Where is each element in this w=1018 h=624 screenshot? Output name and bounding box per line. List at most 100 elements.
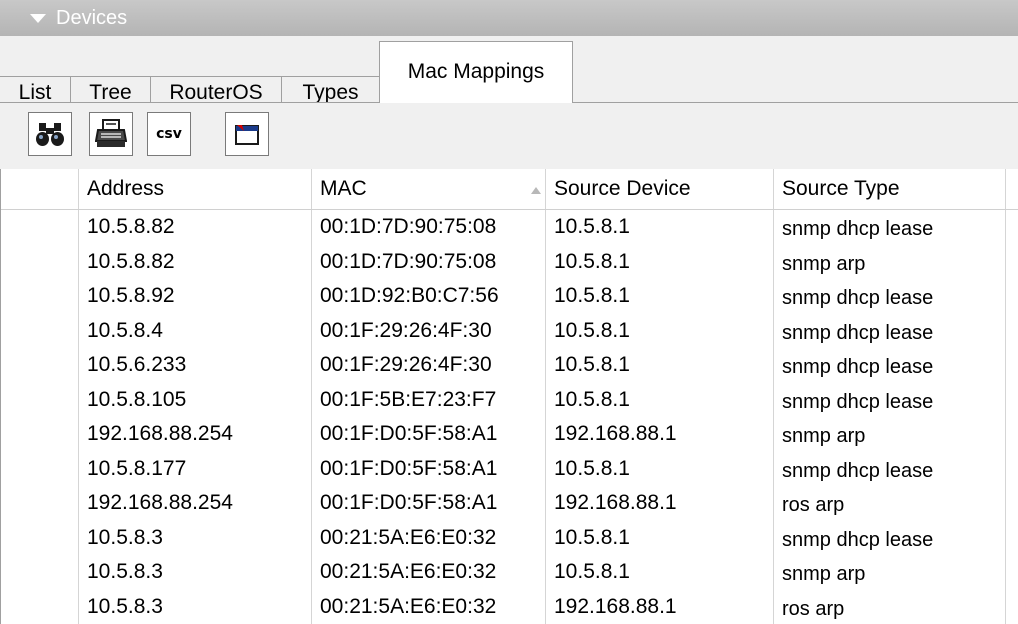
row-indicator (1, 417, 79, 452)
print-button[interactable] (89, 112, 133, 156)
devices-pane-header[interactable]: Devices (0, 0, 1018, 36)
cell-address: 10.5.8.3 (79, 555, 312, 590)
cell-address: 10.5.8.3 (79, 589, 312, 624)
cell-source-type: snmp dhcp lease (774, 279, 1006, 314)
cell-mac: 00:1F:D0:5F:58:A1 (312, 451, 546, 486)
cell-source-device: 192.168.88.1 (546, 486, 774, 521)
row-indicator (1, 382, 79, 417)
row-indicator (1, 244, 79, 279)
row-indicator (1, 348, 79, 383)
cell-mac: 00:1D:7D:90:75:08 (312, 210, 546, 245)
cell-mac: 00:21:5A:E6:E0:32 (312, 520, 546, 555)
cell-address: 10.5.8.4 (79, 313, 312, 348)
cell-source-type: snmp arp (774, 555, 1006, 590)
cell-filler (1006, 590, 1018, 624)
window-columns-icon (234, 122, 260, 146)
table-body: 10.5.8.82 00:1D:7D:90:75:08 10.5.8.1 snm… (1, 210, 1018, 624)
cell-filler (1006, 417, 1018, 452)
columns-button[interactable] (225, 112, 269, 156)
cell-filler (1006, 279, 1018, 314)
find-button[interactable] (28, 112, 72, 156)
table-row[interactable]: 10.5.8.105 00:1F:5B:E7:23:F7 10.5.8.1 sn… (1, 382, 1018, 418)
cell-source-device: 10.5.8.1 (546, 244, 774, 279)
cell-source-type: snmp arp (774, 244, 1006, 279)
table-row[interactable]: 10.5.8.4 00:1F:29:26:4F:30 10.5.8.1 snmp… (1, 313, 1018, 349)
table-row[interactable]: 10.5.6.233 00:1F:29:26:4F:30 10.5.8.1 sn… (1, 348, 1018, 383)
cell-source-device: 10.5.8.1 (546, 555, 774, 590)
cell-mac: 00:1F:29:26:4F:30 (312, 348, 546, 383)
cell-filler (1006, 245, 1018, 280)
cell-filler (1006, 452, 1018, 487)
table-row[interactable]: 192.168.88.254 00:1F:D0:5F:58:A1 192.168… (1, 417, 1018, 452)
cell-source-device: 10.5.8.1 (546, 279, 774, 314)
table-row[interactable]: 10.5.8.177 00:1F:D0:5F:58:A1 10.5.8.1 sn… (1, 451, 1018, 487)
pane-title: Devices (56, 6, 128, 29)
csv-label: csv (156, 126, 182, 142)
column-header-filler (1006, 169, 1018, 209)
cell-source-device: 10.5.8.1 (546, 313, 774, 348)
cell-source-type: snmp arp (774, 417, 1006, 452)
collapse-arrow-icon[interactable] (30, 13, 46, 23)
table-row[interactable]: 10.5.8.3 00:21:5A:E6:E0:32 10.5.8.1 snmp… (1, 520, 1018, 556)
cell-mac: 00:1F:D0:5F:58:A1 (312, 417, 546, 452)
cell-filler (1006, 521, 1018, 556)
row-indicator (1, 279, 79, 314)
table-row[interactable]: 10.5.8.92 00:1D:92:B0:C7:56 10.5.8.1 snm… (1, 279, 1018, 314)
binoculars-icon (35, 121, 65, 147)
cell-address: 10.5.8.82 (79, 244, 312, 279)
cell-filler (1006, 486, 1018, 521)
cell-mac: 00:1F:5B:E7:23:F7 (312, 382, 546, 417)
cell-address: 192.168.88.254 (79, 417, 312, 452)
cell-filler (1006, 348, 1018, 383)
table-row[interactable]: 10.5.8.82 00:1D:7D:90:75:08 10.5.8.1 snm… (1, 210, 1018, 245)
cell-filler (1006, 210, 1018, 245)
cell-source-device: 10.5.8.1 (546, 210, 774, 245)
table-row[interactable]: 10.5.8.3 00:21:5A:E6:E0:32 192.168.88.1 … (1, 589, 1018, 624)
mac-mappings-table[interactable]: Address MAC Source Device Source Type 10… (0, 169, 1018, 624)
row-indicator (1, 313, 79, 348)
table-row[interactable]: 10.5.8.82 00:1D:7D:90:75:08 10.5.8.1 snm… (1, 244, 1018, 280)
cell-mac: 00:1F:29:26:4F:30 (312, 313, 546, 348)
cell-mac: 00:21:5A:E6:E0:32 (312, 555, 546, 590)
row-indicator (1, 210, 79, 245)
column-header-blank[interactable] (1, 169, 79, 209)
cell-source-device: 10.5.8.1 (546, 348, 774, 383)
cell-source-device: 10.5.8.1 (546, 382, 774, 417)
column-header-mac-label: MAC (320, 177, 367, 200)
cell-mac: 00:1F:D0:5F:58:A1 (312, 486, 546, 521)
cell-address: 10.5.8.177 (79, 451, 312, 486)
cell-source-type: snmp dhcp lease (774, 210, 1006, 245)
table-header: Address MAC Source Device Source Type (1, 169, 1018, 210)
column-header-mac[interactable]: MAC (312, 169, 546, 209)
cell-address: 10.5.8.105 (79, 382, 312, 417)
printer-icon (95, 119, 127, 149)
cell-address: 10.5.8.3 (79, 520, 312, 555)
cell-address: 10.5.6.233 (79, 348, 312, 383)
cell-source-type: snmp dhcp lease (774, 520, 1006, 555)
cell-source-type: snmp dhcp lease (774, 313, 1006, 348)
cell-filler (1006, 314, 1018, 349)
cell-filler (1006, 383, 1018, 418)
cell-address: 10.5.8.92 (79, 279, 312, 314)
cell-source-device: 192.168.88.1 (546, 417, 774, 452)
cell-mac: 00:1D:7D:90:75:08 (312, 244, 546, 279)
table-row[interactable]: 10.5.8.3 00:21:5A:E6:E0:32 10.5.8.1 snmp… (1, 555, 1018, 590)
tab-mac-mappings[interactable]: Mac Mappings (379, 41, 573, 103)
cell-source-type: snmp dhcp lease (774, 348, 1006, 383)
table-row[interactable]: 192.168.88.254 00:1F:D0:5F:58:A1 192.168… (1, 486, 1018, 521)
cell-mac: 00:21:5A:E6:E0:32 (312, 589, 546, 624)
cell-source-type: ros arp (774, 589, 1006, 624)
cell-source-device: 10.5.8.1 (546, 451, 774, 486)
column-header-source-device[interactable]: Source Device (546, 169, 774, 209)
cell-filler (1006, 555, 1018, 590)
cell-source-type: snmp dhcp lease (774, 382, 1006, 417)
sort-ascending-icon (531, 187, 541, 194)
column-header-source-type[interactable]: Source Type (774, 169, 1006, 209)
column-header-address[interactable]: Address (79, 169, 312, 209)
row-indicator (1, 555, 79, 590)
cell-mac: 00:1D:92:B0:C7:56 (312, 279, 546, 314)
export-csv-button[interactable]: csv (147, 112, 191, 156)
row-indicator (1, 520, 79, 555)
cell-address: 10.5.8.82 (79, 210, 312, 245)
tab-bar: List Tree RouterOS Types Mac Mappings (0, 36, 1018, 108)
